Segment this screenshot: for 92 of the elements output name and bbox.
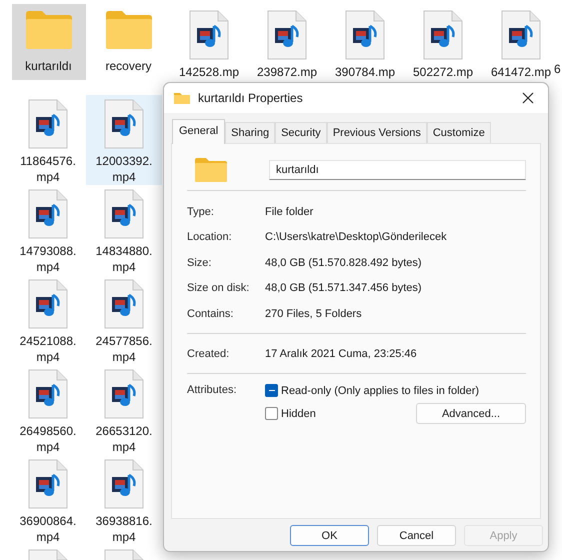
desktop-item[interactable]: 24577856. mp4 xyxy=(86,275,162,365)
property-label: Contains: xyxy=(187,308,234,320)
tab[interactable]: Customize xyxy=(426,122,491,143)
file-name: mp4 xyxy=(112,259,136,275)
video-file-icon xyxy=(28,369,68,419)
video-file-icon xyxy=(422,10,463,60)
tab[interactable]: Security xyxy=(275,122,327,143)
video-file-icon xyxy=(28,99,68,149)
video-file-icon xyxy=(500,10,541,60)
tab[interactable]: General xyxy=(172,119,226,144)
property-label: Attributes: xyxy=(187,384,238,396)
video-file-icon xyxy=(28,459,68,509)
file-name: mp4 xyxy=(36,349,60,365)
property-value: 270 Files, 5 Folders xyxy=(265,308,362,320)
close-icon[interactable] xyxy=(522,92,534,104)
property-value: C:\Users\katre\Desktop\Gönderilecek xyxy=(265,231,447,244)
file-name: kurtarıldı xyxy=(25,58,72,74)
file-name: 390784.mp xyxy=(334,64,396,80)
video-file-icon xyxy=(104,189,144,239)
video-file-icon xyxy=(28,189,68,239)
desktop-item[interactable]: 142528.mp xyxy=(176,4,242,80)
video-file-icon xyxy=(344,10,385,60)
desktop-item[interactable]: 24521088. mp4 xyxy=(10,275,86,365)
checkbox-label[interactable]: Hidden xyxy=(281,408,316,420)
file-name: mp4 xyxy=(36,259,60,275)
property-value: File folder xyxy=(265,206,314,218)
file-name: 502272.mp xyxy=(412,64,474,80)
file-name: 26653120. xyxy=(96,423,152,439)
name-field[interactable]: kurtarıldı xyxy=(269,160,526,180)
file-name: 14834880. xyxy=(96,243,152,259)
dialog-button[interactable]: Cancel xyxy=(377,525,456,546)
property-value: 48,0 GB (51.571.347.456 bytes) xyxy=(265,282,422,294)
file-name: mp4 xyxy=(112,169,136,185)
property-label: Size: xyxy=(187,256,212,269)
property-value: 48,0 GB (51.570.828.492 bytes) xyxy=(265,256,422,269)
file-name: 641472.mp xyxy=(490,64,552,80)
property-label: Location: xyxy=(187,231,233,244)
file-name: 36900864. xyxy=(20,513,76,529)
desktop-item[interactable]: 641472.mp xyxy=(488,4,554,80)
video-file-icon xyxy=(104,369,144,419)
file-name: 12003392. xyxy=(96,153,152,169)
desktop-item[interactable]: 14793088. mp4 xyxy=(10,185,86,275)
folder-icon xyxy=(174,92,190,104)
file-name: 26498560. xyxy=(20,423,76,439)
desktop-item[interactable]: 26498560. mp4 xyxy=(10,365,86,455)
dialog-button[interactable]: OK xyxy=(290,525,369,546)
folder-icon xyxy=(104,10,152,50)
file-name: recovery xyxy=(105,58,152,74)
desktop-item[interactable]: 36900864. mp4 xyxy=(10,455,86,545)
advanced-button[interactable]: Advanced... xyxy=(416,403,526,424)
video-file-icon xyxy=(266,10,307,60)
file-name: 14793088. xyxy=(20,243,76,259)
file-name: mp4 xyxy=(36,439,60,455)
tab[interactable]: Sharing xyxy=(225,122,276,143)
tab[interactable]: Previous Versions xyxy=(326,122,427,143)
folder-icon xyxy=(195,158,227,182)
property-label: Size on disk: xyxy=(187,282,250,294)
desktop-item[interactable]: kurtarıldı xyxy=(12,4,86,80)
folder-icon xyxy=(24,10,72,50)
desktop-item[interactable]: 14834880. mp4 xyxy=(86,185,162,275)
window-title: kurtarıldı Properties xyxy=(198,91,304,105)
video-file-icon xyxy=(104,459,144,509)
video-file-icon xyxy=(188,10,229,60)
property-label: Type: xyxy=(187,206,215,218)
file-name: mp4 xyxy=(36,169,60,185)
desktop-item[interactable]: 390784.mp xyxy=(332,4,398,80)
video-file-icon xyxy=(104,279,144,329)
file-name: mp4 xyxy=(112,349,136,365)
desktop-item[interactable]: 12003392. mp4 xyxy=(86,95,162,185)
file-name: 142528.mp xyxy=(178,64,240,80)
desktop-item[interactable]: 502272.mp xyxy=(410,4,476,80)
desktop-item[interactable]: recovery xyxy=(92,4,166,80)
file-name: mp4 xyxy=(112,439,136,455)
checkbox[interactable] xyxy=(265,407,278,420)
file-name: mp4 xyxy=(36,529,60,545)
property-value: 17 Aralık 2021 Cuma, 23:25:46 xyxy=(265,348,417,360)
checkbox[interactable] xyxy=(265,384,278,397)
file-name: 11864576. xyxy=(20,153,76,169)
file-name: 36938816. xyxy=(96,513,152,529)
file-name: 239872.mp xyxy=(256,64,318,80)
file-name: mp4 xyxy=(112,529,136,545)
video-file-icon xyxy=(104,99,144,149)
file-name: 6 xyxy=(554,61,561,77)
video-file-icon xyxy=(28,279,68,329)
file-name: 24521088. xyxy=(20,333,76,349)
desktop-item[interactable]: 239872.mp xyxy=(254,4,320,80)
desktop-item[interactable]: 11864576. mp4 xyxy=(10,95,86,185)
file-name: 24577856. xyxy=(96,333,152,349)
property-label: Created: xyxy=(187,348,230,360)
desktop-item[interactable]: 36938816. mp4 xyxy=(86,455,162,545)
desktop-item[interactable]: 26653120. mp4 xyxy=(86,365,162,455)
checkbox-label[interactable]: Read-only (Only applies to files in folder) xyxy=(281,384,480,396)
